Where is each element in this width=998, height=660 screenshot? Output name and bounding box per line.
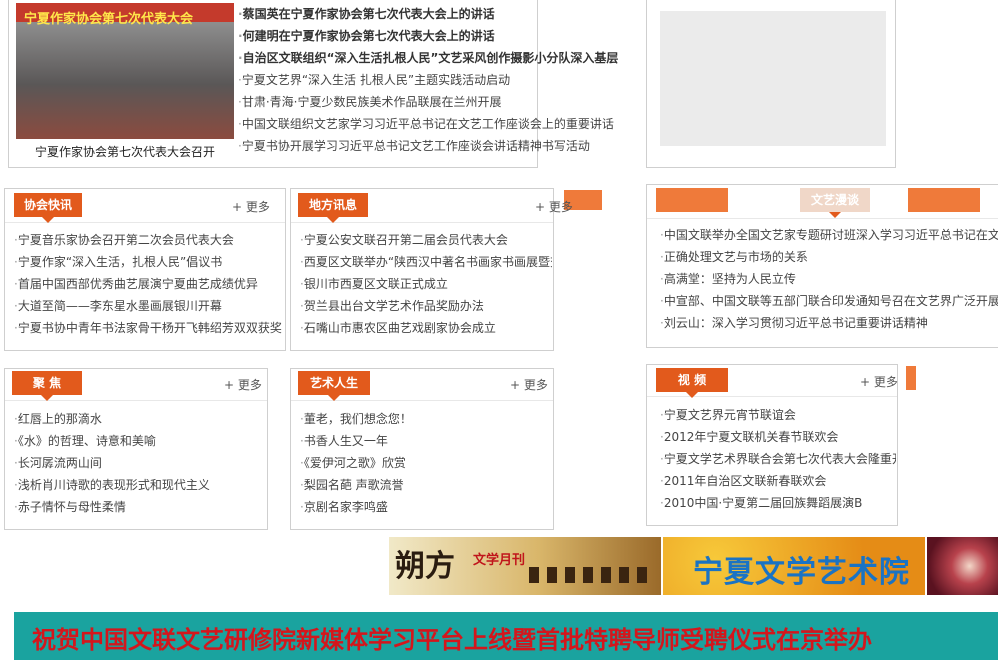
section-jujiao-more-link[interactable]: + 更多 xyxy=(224,376,262,393)
list-item[interactable]: ·宁夏文学艺术界联合会第七次代表大会隆重开幕 xyxy=(660,448,896,470)
list-item[interactable]: ·董老，我们想念您！ xyxy=(300,408,552,430)
list-item[interactable]: ·京剧名家李鸣盛 xyxy=(300,496,552,518)
list-item[interactable]: ·高满堂：坚持为人民立传 xyxy=(660,268,998,290)
list-item[interactable]: ·宁夏公安文联召开第二届会员代表大会 xyxy=(300,229,552,251)
section-difang-title[interactable]: 地方讯息 xyxy=(298,193,368,223)
marquee-banner[interactable]: 祝贺中国文联文艺研修院新媒体学习平台上线暨首批特聘导师受聘仪式在京举办 xyxy=(14,612,998,660)
flower-banner[interactable] xyxy=(927,537,998,595)
section-xiehui-more-link[interactable]: + 更多 xyxy=(232,198,270,215)
feature-news-list: ·宁夏文艺界“深入生活 扎根人民”主题实践活动启动 ·甘肃·青海·宁夏少数民族美… xyxy=(238,69,658,157)
section-shipin-ornament xyxy=(906,366,916,390)
section-wenyi-ornament-right xyxy=(908,188,980,212)
list-item[interactable]: ·2010中国·宁夏第二届回族舞蹈展演B xyxy=(660,492,896,514)
headline-item[interactable]: ·何建明在宁夏作家协会第七次代表大会上的讲话 xyxy=(238,25,658,47)
list-item[interactable]: ·长河孱流两山间 xyxy=(14,452,266,474)
section-xiehui-list: ·宁夏音乐家协会召开第二次会员代表大会 ·宁夏作家“深入生活，扎根人民”倡议书 … xyxy=(14,229,286,339)
section-jujiao-list: ·红唇上的那滴水 ·《水》的哲理、诗意和美喻 ·长河孱流两山间 ·浅析肖川诗歌的… xyxy=(14,408,266,518)
news-item[interactable]: ·中国文联组织文艺家学习习近平总书记在文艺工作座谈会上的重要讲话 xyxy=(238,113,658,135)
marquee-text: 祝贺中国文联文艺研修院新媒体学习平台上线暨首批特聘导师受聘仪式在京举办 xyxy=(32,625,872,654)
section-xiehui-title[interactable]: 协会快讯 xyxy=(14,193,82,223)
section-difang-more-link[interactable]: + 更多 xyxy=(535,198,573,215)
list-item[interactable]: ·宁夏音乐家协会召开第二次会员代表大会 xyxy=(14,229,286,251)
news-item[interactable]: ·宁夏书协开展学习习近平总书记文艺工作座谈会讲话精神书写活动 xyxy=(238,135,658,157)
section-shipin-list: ·宁夏文艺界元宵节联谊会 ·2012年宁夏文联机关春节联欢会 ·宁夏文学艺术界联… xyxy=(660,404,896,514)
list-item[interactable]: ·《水》的哲理、诗意和美喻 xyxy=(14,430,266,452)
shuofang-banner-title: 朔方 xyxy=(395,549,455,584)
list-item[interactable]: ·宁夏书协中青年书法家骨干杨开飞韩绍芳双双获奖 xyxy=(14,317,286,339)
feature-caption[interactable]: 宁夏作家协会第七次代表大会召开 xyxy=(16,143,234,160)
list-item[interactable]: ·刘云山：深入学习贯彻习近平总书记重要讲话精神 xyxy=(660,312,998,334)
list-item[interactable]: ·《爱伊河之歌》欣赏 xyxy=(300,452,552,474)
feature-photo-title: 宁夏作家协会第七次代表大会 xyxy=(24,12,194,27)
section-difang-list: ·宁夏公安文联召开第二届会员代表大会 ·西夏区文联举办“陕西汉中著名书画家书画展… xyxy=(300,229,552,339)
list-item[interactable]: ·石嘴山市惠农区曲艺戏剧家协会成立 xyxy=(300,317,552,339)
section-wenyi-ornament-left xyxy=(656,188,728,212)
shuofang-banner[interactable]: 朔方 文学月刊 xyxy=(389,537,661,595)
list-item[interactable]: ·红唇上的那滴水 xyxy=(14,408,266,430)
camel-caravan-icon xyxy=(529,567,649,583)
section-jujiao-title[interactable]: 聚 焦 xyxy=(12,371,82,401)
news-item[interactable]: ·甘肃·青海·宁夏少数民族美术作品联展在兰州开展 xyxy=(238,91,658,113)
list-item[interactable]: ·中国文联举办全国文艺家专题研讨班深入学习习近平总书记在文艺 xyxy=(660,224,998,246)
section-yishu-more-link[interactable]: + 更多 xyxy=(510,376,548,393)
section-shipin-title[interactable]: 视 频 xyxy=(656,368,728,398)
academy-banner[interactable]: 宁夏文学艺术院 xyxy=(663,537,925,595)
section-wenyi-title[interactable]: 文艺漫谈 xyxy=(800,188,870,218)
list-item[interactable]: ·2012年宁夏文联机关春节联欢会 xyxy=(660,426,896,448)
list-item[interactable]: ·赤子情怀与母性柔情 xyxy=(14,496,266,518)
list-item[interactable]: ·正确处理文艺与市场的关系 xyxy=(660,246,998,268)
list-item[interactable]: ·书香人生又一年 xyxy=(300,430,552,452)
academy-banner-title: 宁夏文学艺术院 xyxy=(693,555,910,590)
section-yishu-list: ·董老，我们想念您！ ·书香人生又一年 ·《爱伊河之歌》欣赏 ·梨园名葩 声歌流… xyxy=(300,408,552,518)
news-item[interactable]: ·宁夏文艺界“深入生活 扎根人民”主题实践活动启动 xyxy=(238,69,658,91)
feature-headline-list: ·蔡国英在宁夏作家协会第七次代表大会上的讲话 ·何建明在宁夏作家协会第七次代表大… xyxy=(238,3,658,69)
list-item[interactable]: ·大道至简——李东星水墨画展银川开幕 xyxy=(14,295,286,317)
section-shipin-more-link[interactable]: + 更多 xyxy=(860,373,898,390)
headline-item[interactable]: ·蔡国英在宁夏作家协会第七次代表大会上的讲话 xyxy=(238,3,658,25)
list-item[interactable]: ·中宣部、中国文联等五部门联合印发通知号召在文艺界广泛开展 xyxy=(660,290,998,312)
list-item[interactable]: ·梨园名葩 声歌流誉 xyxy=(300,474,552,496)
list-item[interactable]: ·2011年自治区文联新春联欢会 xyxy=(660,470,896,492)
list-item[interactable]: ·西夏区文联举办“陕西汉中著名书画家书画展暨交流笔会” xyxy=(300,251,552,273)
list-item[interactable]: ·浅析肖川诗歌的表现形式和现代主义 xyxy=(14,474,266,496)
list-item[interactable]: ·首届中国西部优秀曲艺展演宁夏曲艺成绩优异 xyxy=(14,273,286,295)
list-item[interactable]: ·宁夏作家“深入生活，扎根人民”倡议书 xyxy=(14,251,286,273)
list-item[interactable]: ·银川市西夏区文联正式成立 xyxy=(300,273,552,295)
side-panel-placeholder xyxy=(660,11,886,146)
list-item[interactable]: ·宁夏文艺界元宵节联谊会 xyxy=(660,404,896,426)
section-yishu-title[interactable]: 艺术人生 xyxy=(298,371,370,401)
section-wenyi-list: ·中国文联举办全国文艺家专题研讨班深入学习习近平总书记在文艺 ·正确处理文艺与市… xyxy=(660,224,998,334)
headline-item[interactable]: ·自治区文联组织“深入生活扎根人民”文艺采风创作摄影小分队深入基层 xyxy=(238,47,658,69)
shuofang-banner-subtitle: 文学月刊 xyxy=(473,553,526,568)
list-item[interactable]: ·贺兰县出台文学艺术作品奖励办法 xyxy=(300,295,552,317)
